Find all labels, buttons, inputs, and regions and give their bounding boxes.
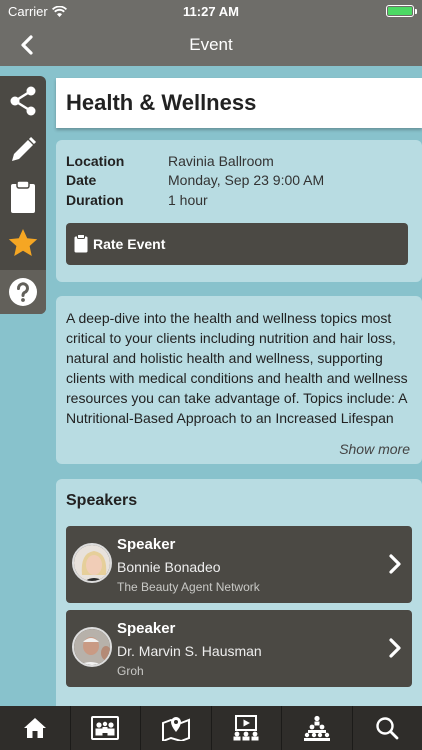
event-title-card: Health & Wellness — [56, 78, 422, 128]
notes-button[interactable] — [4, 131, 42, 169]
attendees-icon — [303, 715, 330, 741]
help-button[interactable] — [0, 270, 46, 314]
speaker-row[interactable]: Speaker Dr. Marvin S. Hausman Groh — [66, 610, 412, 687]
description-card: A deep-dive into the health and wellness… — [56, 296, 422, 464]
nav-bar: Event — [0, 22, 422, 66]
avatar — [72, 543, 112, 583]
status-time: 11:27 AM — [183, 4, 239, 19]
avatar — [72, 627, 112, 667]
date-label: Date — [66, 172, 97, 188]
location-value: Ravinia Ballroom — [168, 153, 274, 169]
tab-map[interactable] — [141, 706, 212, 750]
clipboard-icon — [74, 234, 88, 253]
speakers-heading: Speakers — [66, 492, 138, 509]
pencil-icon — [12, 136, 37, 161]
tab-home[interactable] — [0, 706, 71, 750]
speaker-role: Speaker — [117, 620, 176, 637]
status-bar: Carrier 11:27 AM — [0, 0, 422, 22]
tab-exhibitors[interactable] — [71, 706, 141, 750]
home-icon — [23, 718, 46, 738]
event-title: Health & Wellness — [66, 90, 257, 115]
star-icon — [8, 229, 38, 256]
tab-search[interactable] — [353, 706, 422, 750]
survey-button[interactable] — [4, 178, 42, 216]
tab-bar — [0, 706, 422, 750]
speaker-name: Bonnie Bonadeo — [117, 559, 221, 575]
battery-icon — [386, 5, 417, 17]
share-icon — [10, 86, 36, 116]
show-more-link[interactable]: Show more — [339, 441, 410, 457]
duration-label: Duration — [66, 192, 124, 208]
rate-event-button[interactable]: Rate Event — [66, 223, 408, 265]
tab-media[interactable] — [212, 706, 282, 750]
speakers-card: Speakers Speaker Bonnie Bonadeo The Beau… — [56, 479, 422, 719]
location-label: Location — [66, 153, 125, 169]
speaker-role: Speaker — [117, 536, 176, 553]
clipboard-icon — [11, 180, 35, 213]
chevron-right-icon — [389, 638, 401, 658]
date-value: Monday, Sep 23 9:00 AM — [168, 172, 325, 188]
description-text: A deep-dive into the health and wellness… — [66, 310, 408, 426]
speaker-org: Groh — [117, 664, 144, 678]
duration-value: 1 hour — [168, 192, 208, 208]
speaker-org: The Beauty Agent Network — [117, 580, 260, 594]
side-toolbar — [0, 76, 46, 314]
exhibitors-icon — [91, 716, 120, 740]
nav-title: Event — [189, 35, 233, 54]
speaker-name: Dr. Marvin S. Hausman — [117, 643, 262, 659]
favorite-button[interactable] — [4, 224, 42, 262]
speaker-row[interactable]: Speaker Bonnie Bonadeo The Beauty Agent … — [66, 526, 412, 603]
share-button[interactable] — [4, 82, 42, 120]
help-icon — [9, 278, 37, 306]
search-icon — [376, 717, 399, 740]
tab-attendees[interactable] — [282, 706, 353, 750]
media-icon — [233, 715, 259, 741]
map-icon — [161, 717, 190, 741]
chevron-right-icon — [389, 554, 401, 574]
event-info-card: Location Ravinia Ballroom Date Monday, S… — [56, 140, 422, 282]
rate-event-label: Rate Event — [93, 236, 166, 252]
